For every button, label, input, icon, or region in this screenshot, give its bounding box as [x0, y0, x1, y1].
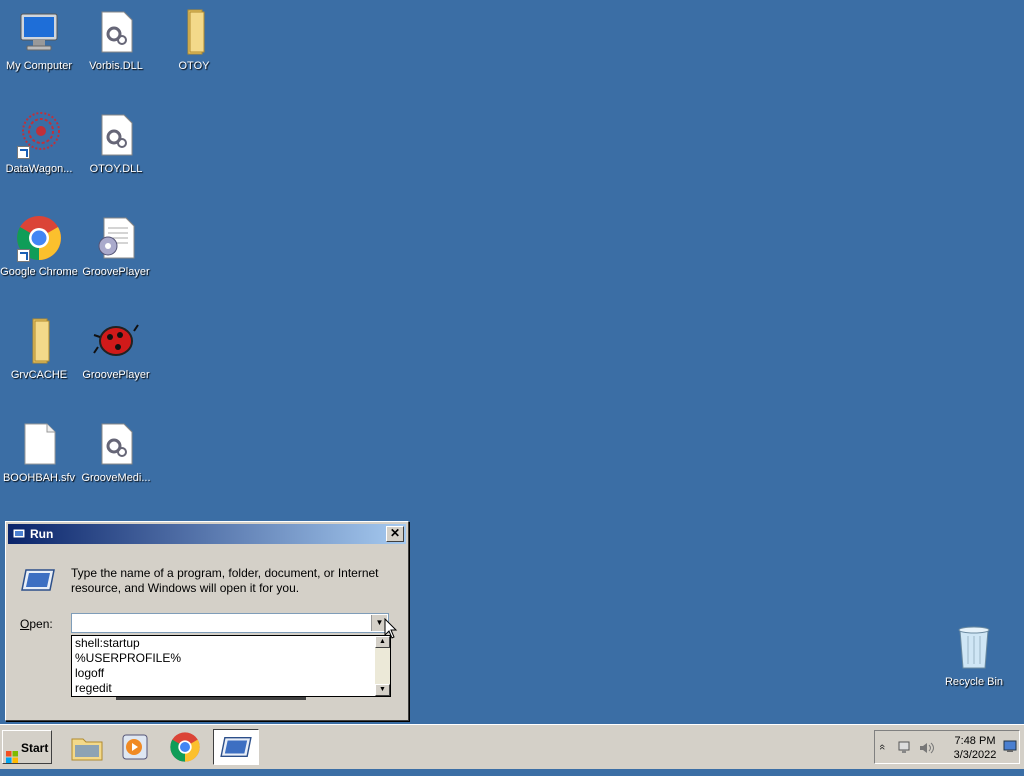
run-dialog: Run ✕ Type the name of a program, folder…: [5, 521, 409, 721]
ladybug-icon: [92, 317, 140, 365]
desktop-icon-grvcache[interactable]: GrvCACHE: [0, 317, 78, 382]
desktop-icon-grooveplayer-app[interactable]: GroovePlayer: [77, 317, 155, 382]
desktop-icon-otoy-dll[interactable]: OTOY.DLL: [77, 111, 155, 176]
desktop-icon-groovemedia[interactable]: GrooveMedi...: [77, 420, 155, 485]
hidden-buttons-edge: [116, 697, 306, 700]
desktop-icon-label: Recycle Bin: [944, 676, 1004, 688]
desktop-icon-label: My Computer: [5, 60, 73, 72]
desktop-icon-boohbah-sfv[interactable]: BOOHBAH.sfv: [0, 420, 78, 485]
scroll-down-icon[interactable]: ▼: [375, 684, 390, 696]
run-program-icon: [20, 566, 56, 594]
start-label: Start: [21, 741, 49, 755]
chrome-icon: [15, 214, 63, 262]
shortcut-arrow-icon: [17, 249, 30, 262]
taskbar-run-button[interactable]: [213, 729, 259, 765]
show-desktop-icon[interactable]: [1003, 740, 1017, 755]
run-icon: [220, 737, 252, 757]
computer-icon: [15, 8, 63, 56]
media-player-icon: [122, 734, 148, 760]
dll-file-icon: [92, 8, 140, 56]
desktop-icon-label: OTOY: [178, 60, 210, 72]
folder-icon: [15, 317, 63, 365]
desktop-icon-label: BOOHBAH.sfv: [2, 472, 76, 484]
desktop-icon-grooveplayer-config[interactable]: GroovePlayer: [77, 214, 155, 279]
desktop-icon-vorbis-dll[interactable]: Vorbis.DLL: [77, 8, 155, 73]
folder-icon: [170, 8, 218, 56]
run-title: Run: [30, 527, 54, 541]
folder-icon: [71, 738, 103, 761]
desktop-icon-label: Google Chrome: [0, 266, 78, 278]
mouse-cursor-icon: [384, 618, 398, 639]
open-label-text: pen:: [29, 617, 53, 631]
dll-file-icon: [92, 420, 140, 468]
desktop-icon-label: Vorbis.DLL: [89, 60, 143, 72]
clock[interactable]: 7:48 PM 3/3/2022: [949, 734, 1001, 762]
desktop-icon-label: GroovePlayer: [82, 266, 150, 278]
run-history-list: shell:startup %USERPROFILE% logoff reged…: [71, 635, 391, 697]
list-item[interactable]: shell:startup: [72, 636, 390, 651]
system-tray: « 7:48 PM 3/3/2022: [874, 730, 1020, 764]
list-item[interactable]: %USERPROFILE%: [72, 651, 390, 666]
windows-logo-icon: [6, 742, 18, 763]
datawagon-icon: [15, 111, 63, 159]
open-label: Open:: [20, 617, 53, 631]
show-hidden-icons-button[interactable]: «: [876, 744, 888, 750]
list-scrollbar[interactable]: ▲ ▼: [375, 636, 390, 696]
list-item[interactable]: regedit: [72, 681, 390, 696]
taskbar: Start « 7:48 PM 3/3/2022: [0, 724, 1024, 769]
desktop-icon-otoy-folder[interactable]: OTOY: [155, 8, 233, 73]
desktop-icon-label: OTOY.DLL: [89, 163, 143, 175]
desktop-icon-datawagon[interactable]: DataWagon...: [0, 111, 78, 176]
dll-file-icon: [92, 111, 140, 159]
desktop-icon-my-computer[interactable]: My Computer: [0, 8, 78, 73]
run-titlebar[interactable]: Run ✕: [8, 524, 406, 544]
desktop-icon-label: GroovePlayer: [82, 369, 150, 381]
desktop-icon-label: DataWagon...: [5, 163, 73, 175]
desktop-icon-label: GrvCACHE: [10, 369, 68, 381]
desktop-icon-google-chrome[interactable]: Google Chrome: [0, 214, 78, 279]
start-button[interactable]: Start: [2, 730, 52, 764]
open-combobox[interactable]: ▼: [71, 613, 389, 633]
volume-icon[interactable]: [919, 741, 935, 758]
list-item[interactable]: logoff: [72, 666, 390, 681]
config-file-icon: [92, 214, 140, 262]
run-icon: [12, 528, 26, 539]
blank-file-icon: [15, 420, 63, 468]
open-label-accelerator: O: [20, 617, 30, 631]
shortcut-arrow-icon: [17, 146, 30, 159]
taskbar-chrome-button[interactable]: [162, 729, 208, 765]
chrome-icon: [170, 732, 200, 762]
run-description: Type the name of a program, folder, docu…: [71, 566, 379, 595]
desktop-icon-label: GrooveMedi...: [81, 472, 151, 484]
desktop-icon-recycle-bin[interactable]: Recycle Bin: [940, 624, 1008, 689]
taskbar-explorer-button[interactable]: [64, 729, 110, 765]
clock-time: 7:48 PM: [954, 735, 996, 747]
recycle-bin-icon: [950, 624, 998, 672]
taskbar-media-button[interactable]: [112, 729, 158, 765]
close-button[interactable]: ✕: [386, 526, 404, 542]
clock-date: 3/3/2022: [953, 749, 997, 761]
network-icon[interactable]: [897, 741, 913, 758]
